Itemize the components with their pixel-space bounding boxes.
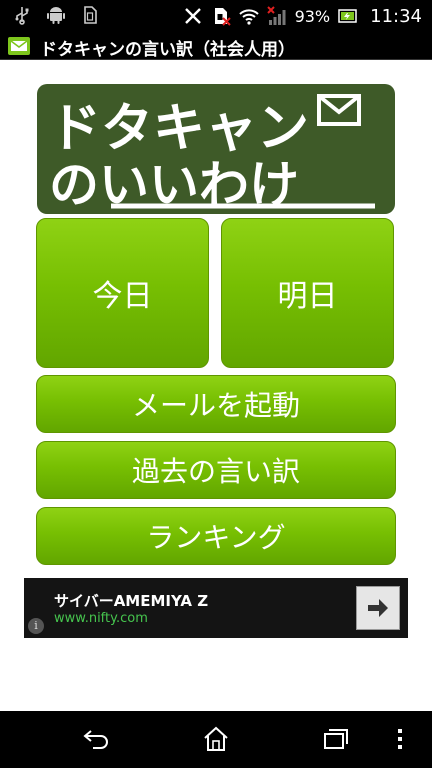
battery-percent: 93%	[294, 6, 331, 26]
sim-icon	[84, 6, 97, 24]
app-logo: ドタキャン のいいわけ	[37, 84, 395, 214]
envelope-icon	[317, 94, 361, 126]
usb-icon	[15, 7, 29, 25]
ad-banner[interactable]: サイバーAMEMIYA Z www.nifty.com i	[24, 578, 408, 638]
wifi-icon	[238, 9, 259, 25]
clock: 11:34	[370, 5, 422, 27]
app-title: ドタキャンの言い訳（社会人用）	[40, 40, 295, 60]
mail-app-icon	[8, 37, 30, 55]
overflow-menu-button[interactable]	[388, 723, 412, 755]
ad-info-icon[interactable]: i	[28, 618, 44, 634]
arrow-right-icon	[368, 599, 388, 617]
navigation-bar	[0, 711, 432, 768]
tomorrow-button[interactable]: 明日	[221, 218, 394, 368]
ranking-button[interactable]: ランキング	[36, 507, 396, 565]
past-excuses-button[interactable]: 過去の言い訳	[36, 441, 396, 499]
home-button[interactable]	[196, 723, 236, 755]
cell-signal-icon	[266, 6, 286, 25]
back-icon	[83, 730, 108, 749]
today-button[interactable]: 今日	[36, 218, 209, 368]
recent-apps-icon	[324, 729, 348, 749]
recent-apps-button[interactable]	[316, 723, 356, 755]
no-signal-x-icon	[184, 8, 201, 24]
back-button[interactable]	[76, 723, 116, 755]
sim-blocked-icon	[214, 8, 231, 26]
ad-url: www.nifty.com	[54, 611, 148, 626]
battery-icon	[338, 9, 357, 23]
logo-graphic: ドタキャン のいいわけ	[49, 94, 375, 214]
status-bar-left	[12, 5, 100, 25]
ad-arrow-button[interactable]	[356, 586, 400, 630]
android-icon	[47, 7, 65, 24]
launch-mail-button[interactable]: メールを起動	[36, 375, 396, 433]
status-bar: 93% 11:34	[0, 0, 432, 32]
app-title-bar: ドタキャンの言い訳（社会人用）	[0, 32, 432, 60]
home-icon	[204, 726, 228, 751]
ad-title: サイバーAMEMIYA Z	[54, 592, 209, 610]
status-bar-right: 93% 11:34	[183, 0, 422, 32]
logo-text-line1: ドタキャン	[49, 99, 309, 159]
overflow-menu-icon	[398, 729, 402, 749]
